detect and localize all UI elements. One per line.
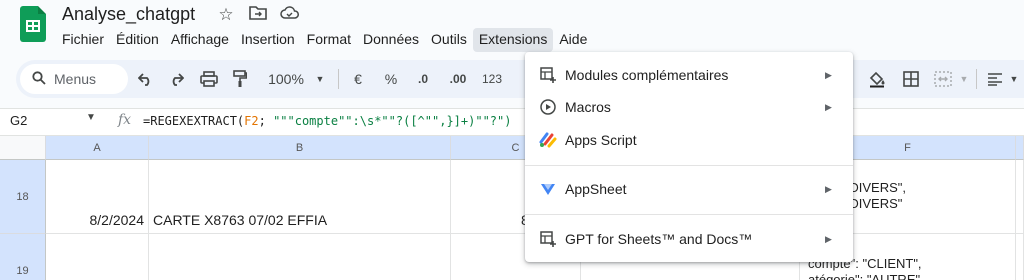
menu-item-apps-script[interactable]: Apps Script: [525, 125, 853, 155]
formula-input[interactable]: =REGEXEXTRACT(F2; """compte"":\s*""?([^"…: [143, 114, 511, 128]
undo-icon[interactable]: [136, 64, 156, 94]
macro-play-icon: [539, 98, 557, 116]
menu-item-label: Macros: [565, 99, 611, 115]
cell-a18[interactable]: 8/2/2024: [46, 160, 149, 234]
cell-b19[interactable]: [149, 234, 451, 280]
fill-color-icon[interactable]: [866, 64, 888, 94]
menu-divider: [525, 165, 853, 166]
formula-ref: F2: [244, 114, 259, 128]
print-icon[interactable]: [198, 64, 220, 94]
formula-sep: ;: [258, 114, 274, 128]
cell-b18[interactable]: CARTE X8763 07/02 EFFIA: [149, 160, 451, 234]
redo-icon[interactable]: [166, 64, 186, 94]
zoom-select[interactable]: 100%: [262, 64, 310, 94]
menu-bar: Fichier Édition Affichage Insertion Form…: [56, 28, 593, 52]
formula-prefix: =REGEXEXTRACT(: [143, 114, 245, 128]
add-ons-icon: [539, 66, 557, 84]
menu-item-gpt-for-sheets[interactable]: GPT for Sheets™ and Docs™ ▶: [525, 224, 853, 254]
submenu-arrow-icon: ▶: [825, 101, 832, 112]
menu-item-macros[interactable]: Macros ▶: [525, 92, 853, 122]
number-format-button[interactable]: 123: [478, 64, 506, 94]
menu-fichier[interactable]: Fichier: [56, 28, 110, 52]
menu-divider: [525, 214, 853, 215]
cloud-saved-icon[interactable]: [280, 5, 300, 26]
menu-item-modules-complementaires[interactable]: Modules complémentaires ▶: [525, 60, 853, 90]
column-header-g[interactable]: [1016, 136, 1024, 160]
select-all-corner[interactable]: [0, 136, 46, 160]
column-header-b[interactable]: B: [149, 136, 451, 160]
percent-format-button[interactable]: %: [382, 64, 400, 94]
move-folder-icon[interactable]: [248, 5, 268, 26]
paint-format-icon[interactable]: [230, 64, 250, 94]
cell-g18[interactable]: [1016, 160, 1024, 234]
merge-dropdown-icon[interactable]: ▼: [958, 64, 970, 94]
menu-aide[interactable]: Aide: [553, 28, 593, 52]
formula-string: """compte"":\s*""?([^"",}]+)""?"): [273, 114, 512, 128]
add-on-extension-icon: [539, 230, 557, 248]
submenu-arrow-icon: ▶: [825, 69, 832, 80]
align-dropdown-icon[interactable]: ▼: [1008, 64, 1020, 94]
decrease-decimals-button[interactable]: .0: [410, 64, 436, 94]
fx-icon: fx: [118, 112, 132, 128]
name-box-chevron-icon[interactable]: ▼: [86, 112, 96, 123]
menu-donnees[interactable]: Données: [357, 28, 425, 52]
apps-script-icon: [539, 131, 557, 149]
cell-a18-value: 8/2/2024: [89, 212, 145, 228]
menu-insertion[interactable]: Insertion: [235, 28, 301, 52]
submenu-arrow-icon: ▶: [825, 183, 832, 194]
menu-item-label: GPT for Sheets™ and Docs™: [565, 231, 753, 247]
menus-search-placeholder: Menus: [54, 71, 97, 87]
column-header-a[interactable]: A: [46, 136, 149, 160]
currency-format-button[interactable]: €: [350, 64, 366, 94]
search-icon: [32, 70, 46, 88]
menu-format[interactable]: Format: [301, 28, 357, 52]
row-header-18[interactable]: 18: [0, 160, 46, 234]
menus-search[interactable]: Menus: [20, 64, 128, 94]
align-left-icon[interactable]: [984, 64, 1006, 94]
row-header-19[interactable]: 19: [0, 234, 46, 280]
decrease-decimals-label: .0: [417, 72, 428, 86]
chevron-down-icon[interactable]: ▼: [314, 64, 326, 94]
star-icon[interactable]: ☆: [216, 5, 236, 26]
menu-item-label: Apps Script: [565, 132, 637, 148]
name-box-value: G2: [10, 113, 28, 128]
increase-decimals-label: .00: [449, 72, 467, 86]
merge-cells-icon[interactable]: [932, 64, 954, 94]
extensions-menu: Modules complémentaires ▶ Macros ▶ Apps …: [525, 52, 853, 262]
sheets-logo-icon[interactable]: [20, 6, 46, 42]
appsheet-icon: [539, 180, 557, 198]
cell-g19[interactable]: [1016, 234, 1024, 280]
toolbar-divider: [976, 69, 977, 89]
menu-edition[interactable]: Édition: [110, 28, 165, 52]
menu-extensions[interactable]: Extensions: [472, 28, 554, 52]
menu-item-appsheet[interactable]: AppSheet ▶: [525, 174, 853, 204]
borders-icon[interactable]: [900, 64, 922, 94]
menu-outils[interactable]: Outils: [425, 28, 473, 52]
toolbar-divider: [338, 69, 339, 89]
zoom-value: 100%: [268, 71, 304, 87]
cell-f19-line2: atégorie": "AUTRE": [808, 272, 921, 280]
submenu-arrow-icon: ▶: [825, 233, 832, 244]
cell-a19[interactable]: [46, 234, 149, 280]
document-title[interactable]: Analyse_chatgpt: [62, 4, 195, 25]
cell-b18-value: CARTE X8763 07/02 EFFIA: [153, 212, 328, 228]
menu-item-label: Modules complémentaires: [565, 67, 729, 83]
menu-item-label: AppSheet: [565, 181, 627, 197]
increase-decimals-button[interactable]: .00: [444, 64, 472, 94]
menu-affichage[interactable]: Affichage: [165, 28, 235, 52]
